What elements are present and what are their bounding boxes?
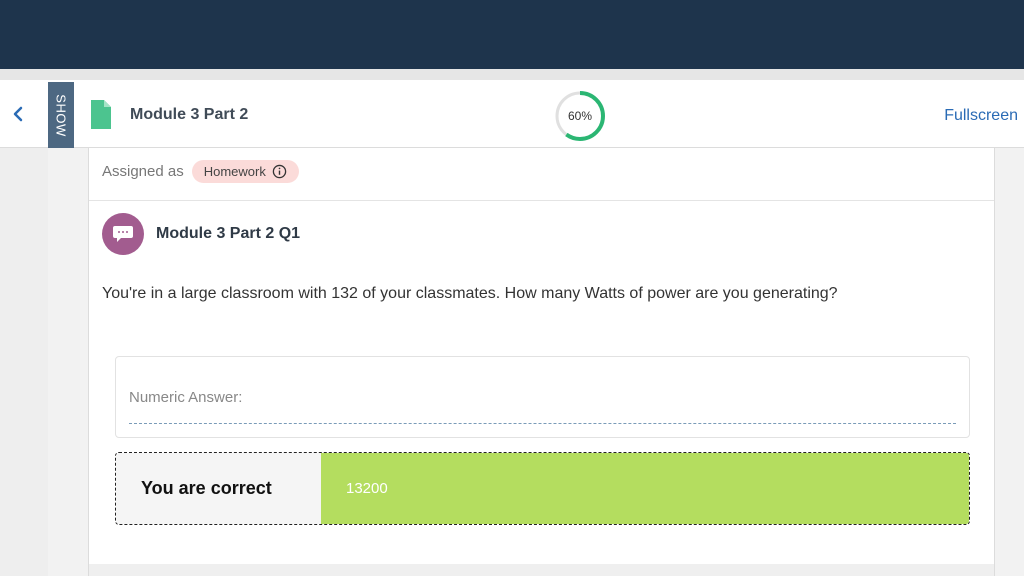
numeric-answer-box[interactable]: Numeric Answer: [115, 356, 970, 438]
result-value: 13200 [321, 453, 969, 524]
module-header: SHOW Module 3 Part 2 60% Fullscreen [0, 80, 1024, 148]
numeric-answer-input-line[interactable] [129, 423, 956, 424]
show-tab-label: SHOW [53, 93, 69, 137]
module-title: Module 3 Part 2 [130, 106, 249, 123]
question-card: Assigned as Homework Module 3 Part 2 Q1 … [88, 148, 995, 576]
divider [89, 200, 994, 201]
progress-ring: 60% [554, 90, 606, 142]
progress-label: 60% [567, 109, 593, 123]
left-sidebar-strip [0, 148, 48, 576]
homework-badge[interactable]: Homework [191, 160, 299, 183]
fullscreen-link[interactable]: Fullscreen [944, 107, 1018, 125]
result-status: You are correct [116, 453, 321, 524]
back-button[interactable] [8, 104, 28, 124]
chat-bubble-icon [113, 226, 133, 242]
info-icon[interactable] [272, 164, 287, 179]
question-title: Module 3 Part 2 Q1 [156, 225, 301, 242]
card-footer [89, 564, 994, 576]
question-text: You're in a large classroom with 132 of … [102, 285, 838, 302]
top-navbar [0, 0, 1024, 69]
chevron-left-icon [13, 106, 23, 122]
show-sidebar-tab[interactable]: SHOW [48, 82, 74, 148]
homework-badge-label: Homework [203, 164, 266, 179]
question-avatar [102, 213, 144, 255]
document-icon [91, 100, 111, 129]
assigned-label: Assigned as [102, 163, 184, 180]
numeric-answer-label: Numeric Answer: [129, 389, 243, 406]
header-gap [0, 69, 1024, 80]
assignment-info: Assigned as Homework [102, 160, 299, 183]
answer-result: You are correct 13200 [115, 452, 970, 525]
